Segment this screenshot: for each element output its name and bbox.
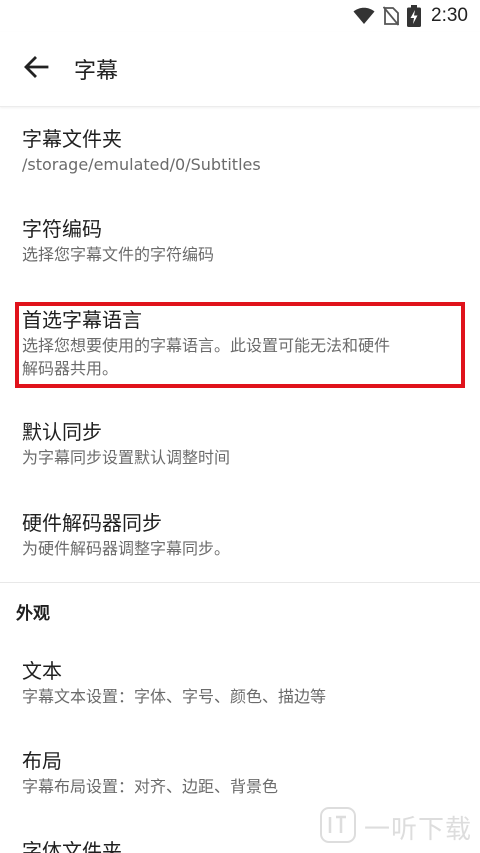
pref-summary: 选择您字幕文件的字符编码 xyxy=(22,245,215,264)
section-divider xyxy=(0,582,480,583)
back-button[interactable] xyxy=(10,43,62,95)
pref-subtitle-folder[interactable]: 字幕文件夹 /storage/emulated/0/Subtitles xyxy=(0,125,480,176)
watermark-text: 一听下载 xyxy=(363,814,472,845)
pref-title: 布局 xyxy=(22,749,62,773)
pref-layout[interactable]: 布局 字幕布局设置：对齐、边距、背景色 xyxy=(0,747,480,798)
watermark: 一听下载 xyxy=(319,807,472,847)
watermark-logo-icon xyxy=(319,807,356,847)
pref-summary: 字幕布局设置：对齐、边距、背景色 xyxy=(22,777,279,796)
wifi-icon xyxy=(353,7,375,25)
pref-title: 硬件解码器同步 xyxy=(22,511,162,535)
pref-title: 字符编码 xyxy=(22,217,102,241)
pref-title: 文本 xyxy=(22,659,62,683)
battery-charging-icon xyxy=(407,5,422,27)
pref-character-encoding[interactable]: 字符编码 选择您字幕文件的字符编码 xyxy=(0,215,480,266)
pref-summary: 为字幕同步设置默认调整时间 xyxy=(22,448,231,467)
pref-summary: 解码器共用。 xyxy=(22,359,119,378)
pref-summary: 为硬件解码器调整字幕同步。 xyxy=(22,539,231,558)
page-title: 字幕 xyxy=(74,59,119,84)
no-sim-icon xyxy=(383,6,400,26)
pref-title: 默认同步 xyxy=(22,420,102,444)
screen: 2:30 字幕 字幕文件夹 /storage/emulated/0/Subtit… xyxy=(0,0,480,853)
pref-default-sync[interactable]: 默认同步 为字幕同步设置默认调整时间 xyxy=(0,418,480,469)
pref-title: 字幕文件夹 xyxy=(22,127,122,151)
pref-hardware-decoder-sync[interactable]: 硬件解码器同步 为硬件解码器调整字幕同步。 xyxy=(0,509,480,560)
pref-text[interactable]: 文本 字幕文本设置：字体、字号、颜色、描边等 xyxy=(0,657,480,708)
status-time: 2:30 xyxy=(431,5,468,26)
pref-summary: /storage/emulated/0/Subtitles xyxy=(22,155,261,174)
pref-summary: 字幕文本设置：字体、字号、颜色、描边等 xyxy=(22,687,327,706)
pref-summary: 选择您想要使用的字幕语言。此设置可能无法和硬件 xyxy=(22,336,391,355)
app-bar: 字幕 xyxy=(0,32,480,107)
status-bar: 2:30 xyxy=(0,0,480,32)
pref-title: 首选字幕语言 xyxy=(22,308,142,332)
arrow-back-icon xyxy=(23,56,49,82)
section-header-appearance: 外观 xyxy=(16,604,50,624)
pref-preferred-subtitle-language[interactable]: 首选字幕语言 选择您想要使用的字幕语言。此设置可能无法和硬件 解码器共用。 xyxy=(0,306,480,380)
